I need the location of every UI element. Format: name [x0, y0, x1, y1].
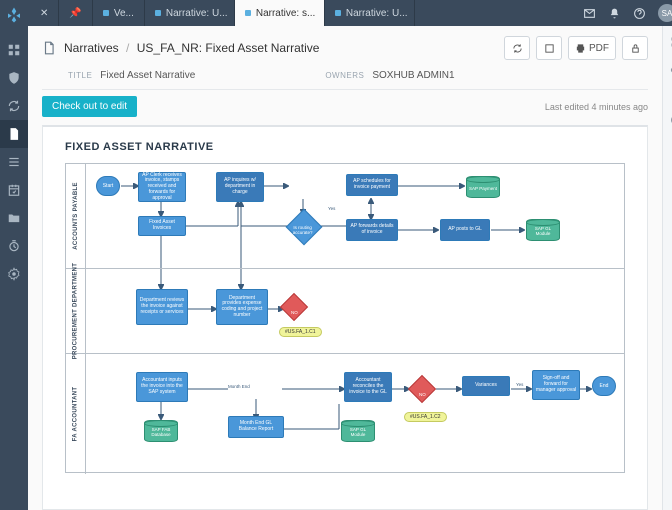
tab-label: Narrative: U... — [346, 8, 408, 19]
arrow-label-yes: Yes — [328, 206, 335, 211]
share-icon — [544, 43, 555, 54]
node-variances: Variances — [462, 376, 510, 396]
node-ref-diamond-2: NO — [408, 375, 436, 403]
lane-label: PROCUREMENT DEPARTMENT — [66, 269, 86, 353]
tab-pinned-2[interactable]: 📌 — [59, 0, 92, 26]
sidebar-item-refresh[interactable] — [0, 92, 28, 120]
node-sap-gl2: SAP GL Module — [341, 420, 375, 442]
avatar[interactable]: SA — [658, 4, 672, 22]
tab-bar: ✕ 📌 Ve... Narrative: U... Narrative: s..… — [28, 0, 672, 26]
checkout-button[interactable]: Check out to edit — [42, 96, 137, 117]
node-routing: Is routing accurate? — [286, 209, 323, 246]
node-sap-fab: SAP FAB Database — [144, 420, 178, 442]
meta-row: TITLEFixed Asset Narrative OWNERSSOXHUB … — [42, 60, 648, 90]
arrow-label-yes2: Yes — [516, 382, 523, 387]
breadcrumb-parent[interactable]: Narratives — [64, 41, 119, 55]
lane-fa-accountant: FA ACCOUNTANT Accountant inputs the invo… — [66, 354, 624, 474]
pin-icon: 📌 — [69, 8, 81, 19]
node-sap-payment: SAP Payment — [466, 176, 500, 198]
main-area: ✕ 📌 Ve... Narrative: U... Narrative: s..… — [28, 0, 672, 510]
tab-dot-icon — [155, 10, 161, 16]
sidebar-item-clock[interactable] — [0, 232, 28, 260]
node-ref-diamond-1: NO — [280, 293, 308, 321]
sidebar-item-calendar[interactable] — [0, 176, 28, 204]
meta-owners: OWNERSSOXHUB ADMIN1 — [325, 70, 454, 81]
sidebar-item-folder[interactable] — [0, 204, 28, 232]
node-sap-gl: SAP GL Module — [526, 219, 560, 241]
tab-ve[interactable]: Ve... — [93, 0, 145, 26]
document-panel: FIXED ASSET NARRATIVE — [42, 125, 648, 510]
lane-accounts-payable: ACCOUNTS PAYABLE Start AP Clerk receives… — [66, 164, 624, 269]
help-icon[interactable] — [633, 7, 646, 20]
node-ap-clerk: AP Clerk receives invoice, stamps receiv… — [138, 172, 186, 202]
node-ref2: #US.FA_1.C2 — [404, 412, 447, 422]
breadcrumb-current: US_FA_NR: Fixed Asset Narrative — [137, 41, 320, 55]
node-ap-posts: AP posts to GL — [440, 219, 490, 241]
right-rail — [662, 26, 672, 510]
sidebar-item-list[interactable] — [0, 148, 28, 176]
node-ap-inquires: AP inquires w/ department in charge — [216, 172, 264, 202]
print-icon — [575, 43, 586, 54]
node-dept-reviews: Department reviews the invoice against r… — [136, 289, 188, 325]
edit-row: Check out to edit Last edited 4 minutes … — [42, 90, 648, 123]
label-month-end: Month End — [228, 384, 250, 389]
node-end: End — [592, 376, 616, 396]
node-ref1: #US.FA_1.C1 — [279, 327, 322, 337]
node-acct-inputs: Accountant inputs the invoice into the S… — [136, 372, 188, 402]
node-ap-forwards: AP forwards details of invoice — [346, 219, 398, 241]
sidebar-item-settings[interactable] — [0, 260, 28, 288]
bell-icon[interactable] — [608, 7, 621, 20]
node-signoff: Sign-off and forward for manager approva… — [532, 370, 580, 400]
breadcrumb: Narratives / US_FA_NR: Fixed Asset Narra… — [64, 41, 319, 55]
lock-button[interactable] — [622, 36, 648, 60]
app-logo-icon — [5, 6, 23, 24]
tab-label: Narrative: s... — [256, 8, 315, 19]
lane-label: FA ACCOUNTANT — [66, 354, 86, 474]
document-icon — [42, 41, 56, 55]
tab-dot-icon — [245, 10, 251, 16]
document-title: FIXED ASSET NARRATIVE — [65, 141, 625, 153]
node-start: Start — [96, 176, 120, 196]
share-button[interactable] — [536, 36, 562, 60]
close-icon[interactable]: ✕ — [40, 8, 48, 19]
meta-title: TITLEFixed Asset Narrative — [68, 70, 195, 81]
topbar-right: SA — [571, 0, 672, 26]
tab-label: Narrative: U... — [166, 8, 228, 19]
lane-label: ACCOUNTS PAYABLE — [66, 164, 86, 268]
tab-narrative-active[interactable]: Narrative: s... — [235, 0, 325, 26]
node-ap-schedules: AP schedules for invoice payment — [346, 174, 398, 196]
tab-narrative-3[interactable]: Narrative: U... — [325, 0, 415, 26]
mail-icon[interactable] — [583, 7, 596, 20]
tab-pinned-1[interactable]: ✕ — [28, 0, 59, 26]
breadcrumb-row: Narratives / US_FA_NR: Fixed Asset Narra… — [42, 36, 648, 60]
content: Narratives / US_FA_NR: Fixed Asset Narra… — [28, 26, 672, 510]
node-month-end-gl: Month End GL Balance Report — [228, 416, 284, 438]
node-fixed-asset-inv: Fixed Asset Invoices — [138, 216, 186, 236]
node-acct-reconciles: Accountant reconciles the invoice to the… — [344, 372, 392, 402]
left-sidebar — [0, 0, 28, 510]
page: Narratives / US_FA_NR: Fixed Asset Narra… — [28, 26, 662, 510]
lock-icon — [630, 43, 641, 54]
refresh-icon — [512, 43, 523, 54]
sidebar-item-dashboard[interactable] — [0, 36, 28, 64]
tab-label: Ve... — [114, 8, 134, 19]
refresh-button[interactable] — [504, 36, 530, 60]
node-dept-provides: Department provides expense coding and p… — [216, 289, 268, 325]
breadcrumb-separator: / — [126, 41, 129, 55]
last-edited-label: Last edited 4 minutes ago — [545, 102, 648, 112]
tab-narrative-1[interactable]: Narrative: U... — [145, 0, 235, 26]
lane-procurement: PROCUREMENT DEPARTMENT Department review… — [66, 269, 624, 354]
toolbar-buttons: PDF — [504, 36, 648, 60]
sidebar-item-shield[interactable] — [0, 64, 28, 92]
flowchart: ACCOUNTS PAYABLE Start AP Clerk receives… — [65, 163, 625, 473]
tab-dot-icon — [103, 10, 109, 16]
tab-dot-icon — [335, 10, 341, 16]
sidebar-item-document[interactable] — [0, 120, 28, 148]
print-pdf-button[interactable]: PDF — [568, 36, 616, 60]
